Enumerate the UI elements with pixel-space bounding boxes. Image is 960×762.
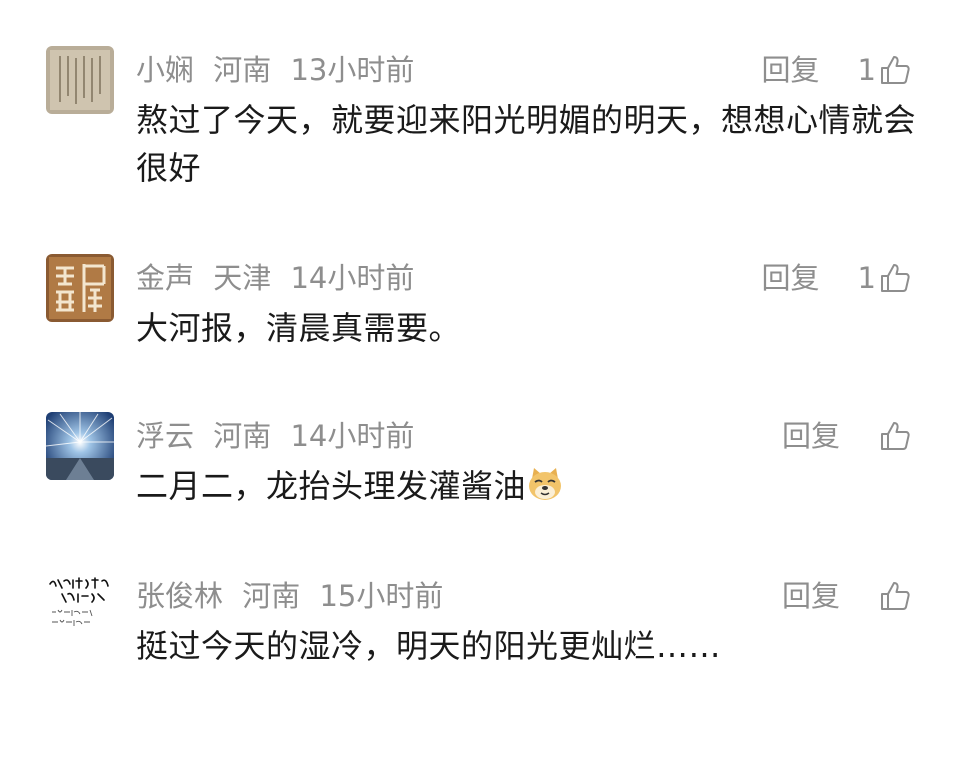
like-button[interactable] [878, 579, 912, 613]
like-count: 1 [857, 53, 876, 87]
thumbs-up-icon [881, 264, 910, 292]
like-count: 1 [857, 261, 876, 295]
reply-button[interactable]: 回复 [782, 578, 840, 614]
reply-button[interactable]: 回复 [762, 52, 820, 88]
location: 天津 [213, 261, 272, 295]
location: 河南 [213, 53, 272, 87]
reply-button[interactable]: 回复 [782, 418, 840, 454]
username[interactable]: 金声 [136, 261, 194, 295]
username[interactable]: 小娴 [136, 53, 194, 87]
comment-meta: 小娴 河南 13小时前 [136, 52, 424, 88]
like-button[interactable] [878, 419, 912, 453]
comment-meta: 浮云 河南 14小时前 [136, 418, 424, 454]
comment-text: 二月二，龙抬头理发灌酱油 [136, 462, 916, 510]
avatar[interactable] [46, 412, 114, 480]
comment-meta: 金声 天津 14小时前 [136, 260, 424, 296]
comment-text-content: 二月二，龙抬头理发灌酱油 [136, 467, 527, 505]
location: 河南 [213, 419, 272, 453]
timestamp: 13小时前 [290, 53, 415, 87]
location: 河南 [242, 579, 301, 613]
calligraphy-avatar-image [46, 46, 114, 114]
timestamp: 14小时前 [290, 261, 415, 295]
comment-text: 大河报，清晨真需要。 [136, 309, 462, 347]
seal-avatar-image [46, 254, 114, 322]
timestamp: 15小时前 [319, 579, 444, 613]
thumbs-up-icon [881, 422, 910, 450]
avatar[interactable] [46, 572, 114, 640]
comment-text: 挺过今天的湿冷，明天的阳光更灿烂…… [136, 627, 722, 665]
comment-actions: 回复 [782, 418, 912, 454]
avatar[interactable] [46, 254, 114, 322]
reply-button[interactable]: 回复 [762, 260, 820, 296]
sunburst-avatar-image [46, 412, 114, 480]
avatar[interactable] [46, 46, 114, 114]
username[interactable]: 张俊林 [136, 579, 223, 613]
comment-text: 熬过了今天，就要迎来阳光明媚的明天，想想心情就会很好 [136, 101, 917, 187]
like-button[interactable]: 1 [858, 260, 912, 296]
comment-actions: 回复 1 [762, 260, 912, 296]
comment-actions: 回复 1 [762, 52, 912, 88]
like-button[interactable]: 1 [858, 52, 912, 88]
thumbs-up-icon [881, 56, 910, 84]
handwriting-avatar-image [46, 572, 114, 640]
username[interactable]: 浮云 [136, 419, 194, 453]
thumbs-up-icon [881, 582, 910, 610]
doge-emoji-icon [529, 468, 562, 500]
timestamp: 14小时前 [290, 419, 415, 453]
comment-actions: 回复 [782, 578, 912, 614]
comment-meta: 张俊林 河南 15小时前 [136, 578, 453, 614]
